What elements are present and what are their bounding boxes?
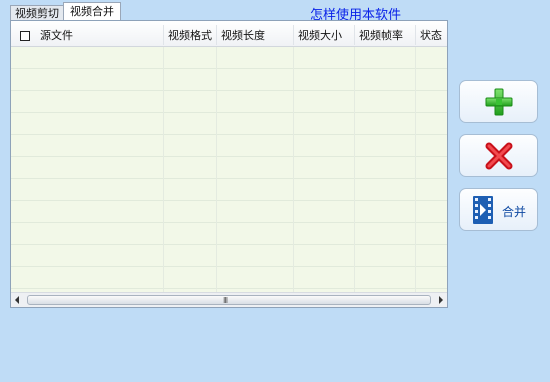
add-file-button[interactable]: [459, 80, 538, 123]
column-divider[interactable]: [354, 25, 355, 45]
select-all-checkbox[interactable]: [20, 31, 30, 41]
grid-line: [293, 47, 294, 292]
table-body[interactable]: [11, 47, 447, 292]
scrollbar-thumb[interactable]: III: [27, 295, 431, 305]
grid-line: [216, 47, 217, 292]
col-video-length[interactable]: 视频长度: [221, 21, 265, 47]
tab-video-merge[interactable]: 视频合并: [63, 2, 121, 21]
merge-button[interactable]: 合并: [459, 188, 538, 231]
column-divider[interactable]: [216, 25, 217, 45]
remove-file-button[interactable]: [459, 134, 538, 177]
column-divider[interactable]: [415, 25, 416, 45]
col-video-format[interactable]: 视频格式: [168, 21, 212, 47]
file-list-panel: 源文件 视频格式 视频长度 视频大小 视频帧率 状态 III: [10, 20, 448, 308]
col-status[interactable]: 状态: [420, 21, 442, 47]
col-frame-rate[interactable]: 视频帧率: [359, 21, 403, 47]
scrollbar-grip: III: [223, 296, 228, 305]
scroll-right-arrow-icon[interactable]: [439, 296, 443, 304]
x-icon: [485, 142, 513, 170]
col-video-size[interactable]: 视频大小: [298, 21, 342, 47]
grid-line: [415, 47, 416, 292]
grid-line: [354, 47, 355, 292]
column-divider[interactable]: [163, 25, 164, 45]
tab-video-cut[interactable]: 视频剪切: [10, 5, 64, 21]
merge-button-label: 合并: [502, 205, 527, 219]
col-source-file[interactable]: 源文件: [40, 21, 73, 47]
scroll-left-arrow-icon[interactable]: [15, 296, 19, 304]
grid-line: [163, 47, 164, 292]
tab-bar: 视频剪切 视频合并: [10, 2, 121, 21]
horizontal-scrollbar[interactable]: III: [11, 292, 447, 307]
column-divider[interactable]: [293, 25, 294, 45]
film-play-icon: [473, 196, 493, 224]
plus-icon: [485, 88, 513, 116]
table-header: 源文件 视频格式 视频长度 视频大小 视频帧率 状态: [11, 21, 447, 47]
